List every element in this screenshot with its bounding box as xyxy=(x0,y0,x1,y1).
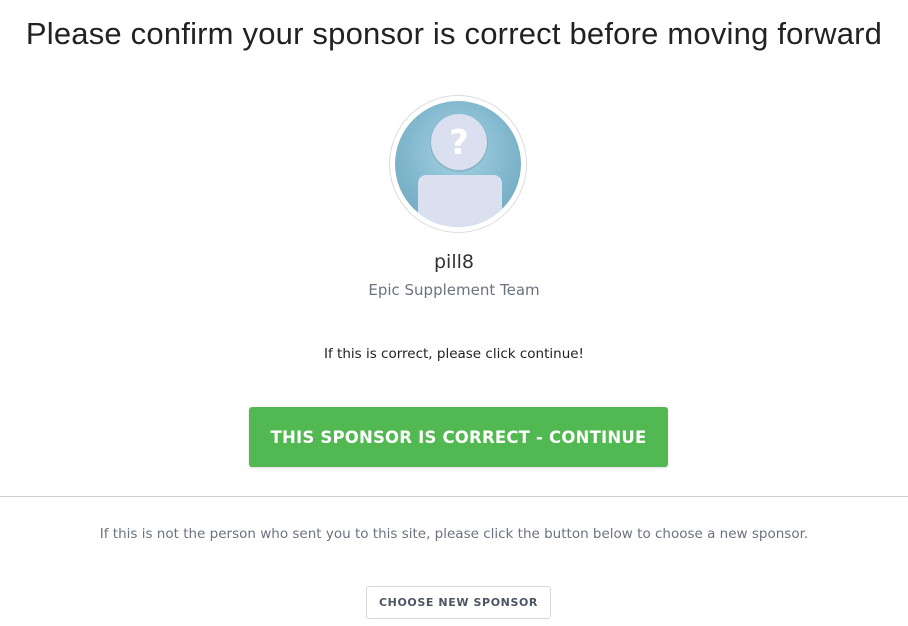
confirm-sponsor-button[interactable]: THIS SPONSOR IS CORRECT - CONTINUE xyxy=(249,407,668,467)
sponsor-avatar: ? xyxy=(389,95,527,233)
confirm-prompt: If this is correct, please click continu… xyxy=(324,346,584,362)
sponsor-name: pill8 xyxy=(434,251,474,273)
unknown-user-avatar-icon: ? xyxy=(395,101,521,227)
section-divider xyxy=(0,496,908,497)
sponsor-team: Epic Supplement Team xyxy=(368,281,540,299)
question-mark-glyph: ? xyxy=(449,123,469,163)
choose-new-sponsor-button[interactable]: CHOOSE NEW SPONSOR xyxy=(366,586,551,619)
change-sponsor-prompt: If this is not the person who sent you t… xyxy=(99,526,809,542)
page-title: Please confirm your sponsor is correct b… xyxy=(25,16,883,51)
